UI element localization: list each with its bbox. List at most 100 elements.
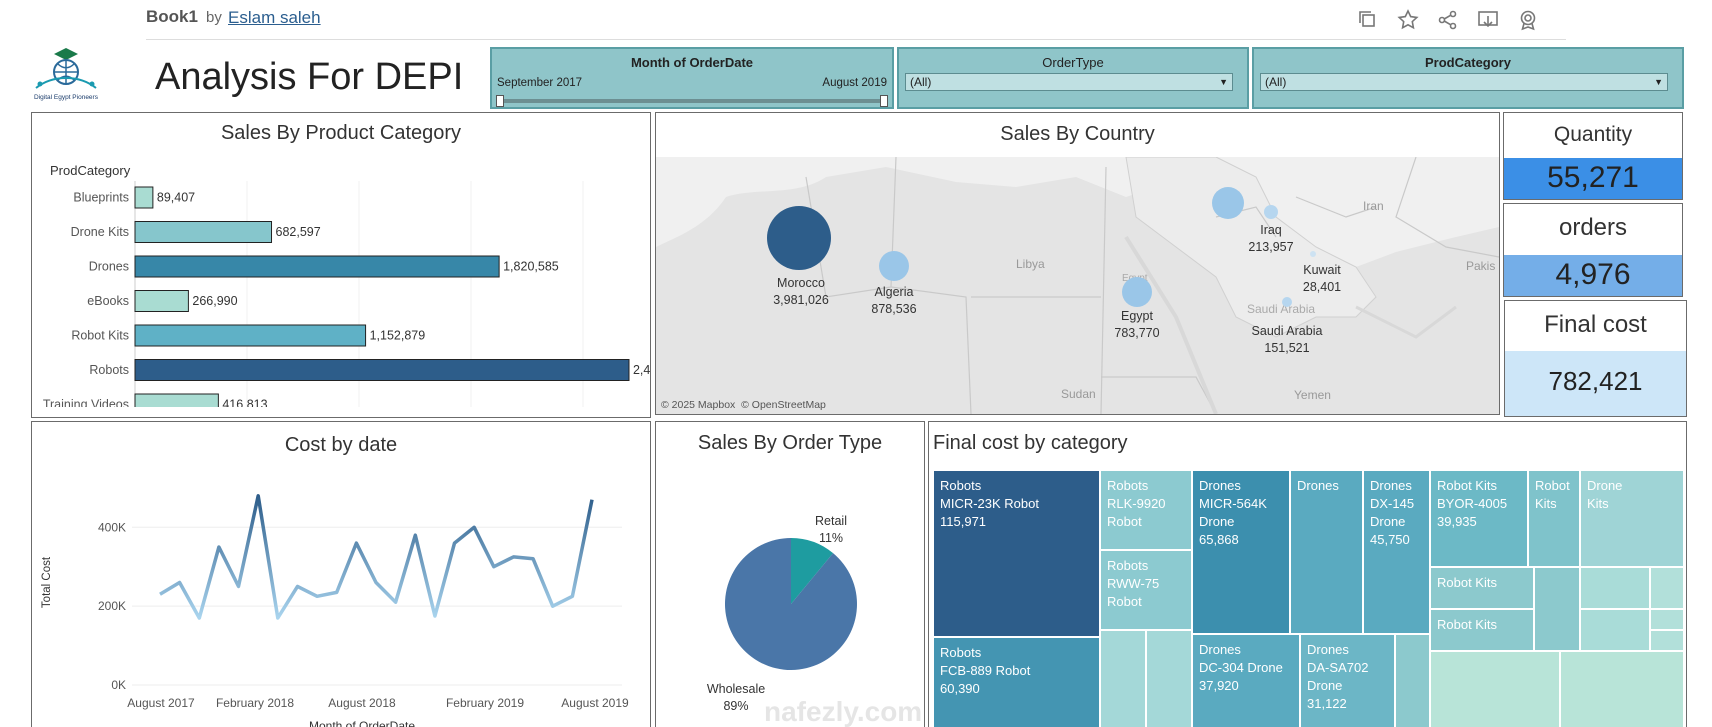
- map-bubble-kuwait[interactable]: [1310, 251, 1316, 257]
- morocco-name: Morocco: [777, 276, 825, 290]
- kpi-quantity-label: Quantity: [1553, 123, 1633, 146]
- treemap-cell[interactable]: [1100, 630, 1146, 727]
- bar-drone-kits[interactable]: [134, 221, 273, 243]
- duplicate-icon[interactable]: [1356, 8, 1380, 32]
- treemap-cell-label: Robots: [1107, 558, 1149, 573]
- map-bubble-saudi[interactable]: [1282, 297, 1292, 307]
- line-x-tick: August 2019: [561, 696, 629, 710]
- bar-value-label: 1,152,879: [370, 329, 426, 343]
- month-filter[interactable]: Month of OrderDate September 2017 August…: [490, 47, 894, 109]
- treemap-cell[interactable]: Robot Kits: [1430, 567, 1534, 609]
- treemap-cell[interactable]: [1430, 651, 1560, 727]
- egypt-name: Egypt: [1121, 309, 1153, 323]
- treemap-cell[interactable]: Robot Kits: [1528, 470, 1580, 567]
- kpi-orders-label: orders: [1558, 214, 1628, 241]
- bar-value-label: 89,407: [157, 191, 195, 205]
- line-y-tick: 400K: [98, 520, 126, 534]
- bar-blueprints[interactable]: [134, 186, 154, 209]
- map-bubble-algeria[interactable]: [879, 251, 909, 281]
- map-bubble-iraq[interactable]: [1264, 205, 1278, 219]
- map-bubble-egypt[interactable]: [1122, 277, 1152, 307]
- badge-icon[interactable]: [1516, 8, 1540, 32]
- prod-category-filter[interactable]: ProdCategory (All) ▼: [1252, 47, 1684, 109]
- bar-robot-kits[interactable]: [134, 324, 367, 347]
- treemap-cell-label: 115,971: [940, 514, 987, 529]
- order-type-select[interactable]: (All) ▼: [905, 73, 1233, 91]
- bar-drones[interactable]: [134, 255, 500, 278]
- treemap-cell[interactable]: Robot Kits: [1430, 609, 1534, 651]
- download-icon[interactable]: [1476, 8, 1500, 32]
- month-range-slider[interactable]: [500, 99, 884, 103]
- treemap-cell[interactable]: [1560, 651, 1684, 727]
- treemap-cell[interactable]: Robots FCB-889 Robot 60,390: [933, 637, 1100, 727]
- line-y-tick: 200K: [98, 599, 126, 613]
- line-x-tick: August 2018: [328, 696, 396, 710]
- treemap-cell[interactable]: Robot Kits BYOR-4005 39,935: [1430, 470, 1528, 567]
- treemap-cell[interactable]: Drones DA-SA702 Drone 31,122: [1300, 634, 1395, 727]
- treemap-cell[interactable]: [1580, 609, 1650, 651]
- treemap-cell[interactable]: Robots MICR-23K Robot 115,971: [933, 470, 1100, 637]
- treemap-cell-label: Robot Kits: [1437, 575, 1497, 590]
- treemap-cell[interactable]: Drones MICR-564K Drone 65,868: [1192, 470, 1290, 634]
- treemap-cell-label: Drones: [1370, 478, 1412, 493]
- pie-slice-wholesale[interactable]: [724, 538, 857, 670]
- bar-value-label: 2,469,966: [633, 363, 650, 377]
- treemap-cell[interactable]: [1650, 609, 1684, 630]
- cost-line-series[interactable]: [159, 494, 594, 620]
- line-y-axis-title: Total Cost: [41, 556, 53, 608]
- workbook-name: Book1: [146, 7, 198, 26]
- treemap-cell-label: FCB-889 Robot: [940, 663, 1031, 678]
- map-bubble-morocco[interactable]: [767, 206, 831, 270]
- author-link[interactable]: Eslam saleh: [228, 8, 321, 28]
- treemap-cell[interactable]: [1580, 567, 1650, 609]
- map-attribution[interactable]: © 2025 Mapbox © OpenStreetMap: [661, 399, 826, 411]
- treemap-cell-label: MICR-564K: [1199, 496, 1267, 511]
- treemap-cell-label: Robot: [1107, 594, 1142, 609]
- egypt-value: 783,770: [1114, 326, 1160, 340]
- treemap-cell[interactable]: Robots RLK-9920 Robot: [1100, 470, 1192, 550]
- kpi-orders-value: 4,976: [1555, 258, 1631, 291]
- treemap-cell[interactable]: [1395, 634, 1430, 727]
- treemap-cell[interactable]: Drones: [1290, 470, 1363, 634]
- prod-category-select[interactable]: (All) ▼: [1260, 73, 1668, 91]
- order-type-panel: Sales By Order Type Retail 11% Wholesale 89…: [655, 421, 925, 727]
- treemap-cell-label: BYOR-4005: [1437, 496, 1508, 511]
- iraq-value: 213,957: [1248, 240, 1294, 254]
- bar-category-label: Training Videos: [43, 398, 129, 408]
- treemap-cell-label: 65,868: [1199, 532, 1239, 547]
- treemap-cell[interactable]: Drones DX-145 Drone 45,750: [1363, 470, 1430, 634]
- map-label-sudan: Sudan: [1061, 387, 1096, 401]
- month-slider-handle-end[interactable]: [880, 95, 888, 107]
- bar-robots[interactable]: [134, 359, 630, 381]
- map-label-morocco: Morocco 3,981,026: [761, 275, 841, 309]
- bar-training-videos[interactable]: [134, 393, 219, 407]
- share-icon[interactable]: [1436, 8, 1460, 32]
- treemap-cell[interactable]: [1650, 630, 1684, 651]
- map-label-algeria: Algeria 878,536: [854, 284, 934, 318]
- month-slider-handle-start[interactable]: [496, 95, 504, 107]
- treemap-cell[interactable]: Robots RWW-75 Robot: [1100, 550, 1192, 630]
- map-canvas[interactable]: Libya Iran Pakis Saudi Arabia Sudan Yeme…: [656, 157, 1499, 414]
- sales-by-category-panel: Sales By Product Category ProdCategory Bl…: [31, 112, 651, 418]
- treemap-cell[interactable]: [1146, 630, 1192, 727]
- prod-category-value: (All): [1265, 75, 1287, 89]
- map-bubble-syria[interactable]: [1212, 187, 1244, 219]
- treemap-cell[interactable]: [1650, 567, 1684, 609]
- treemap-cell-label: DA-SA702: [1307, 660, 1369, 675]
- map-label-saudi-arabia: Saudi Arabia 151,521: [1242, 323, 1332, 357]
- kpi-final-cost: Final cost 782,421: [1504, 300, 1687, 417]
- treemap-cell-label: Drones: [1199, 642, 1241, 657]
- treemap-cell-label: Robots: [940, 478, 982, 493]
- bar-ebooks[interactable]: [134, 290, 189, 312]
- order-type-value: (All): [910, 75, 932, 89]
- treemap-cell-label: 45,750: [1370, 532, 1410, 547]
- kpi-quantity-value: 55,271: [1547, 161, 1639, 194]
- order-type-filter[interactable]: OrderType (All) ▼: [897, 47, 1249, 109]
- treemap-cell[interactable]: Drones DC-304 Drone 37,920: [1192, 634, 1300, 727]
- iraq-name: Iraq: [1260, 223, 1282, 237]
- treemap-cell[interactable]: Drone Kits: [1580, 470, 1684, 567]
- treemap-cell[interactable]: [1534, 567, 1580, 651]
- treemap-cell-label: Kits: [1587, 496, 1609, 511]
- treemap-cell-label: RLK-9920: [1107, 496, 1166, 511]
- favorite-icon[interactable]: [1396, 8, 1420, 32]
